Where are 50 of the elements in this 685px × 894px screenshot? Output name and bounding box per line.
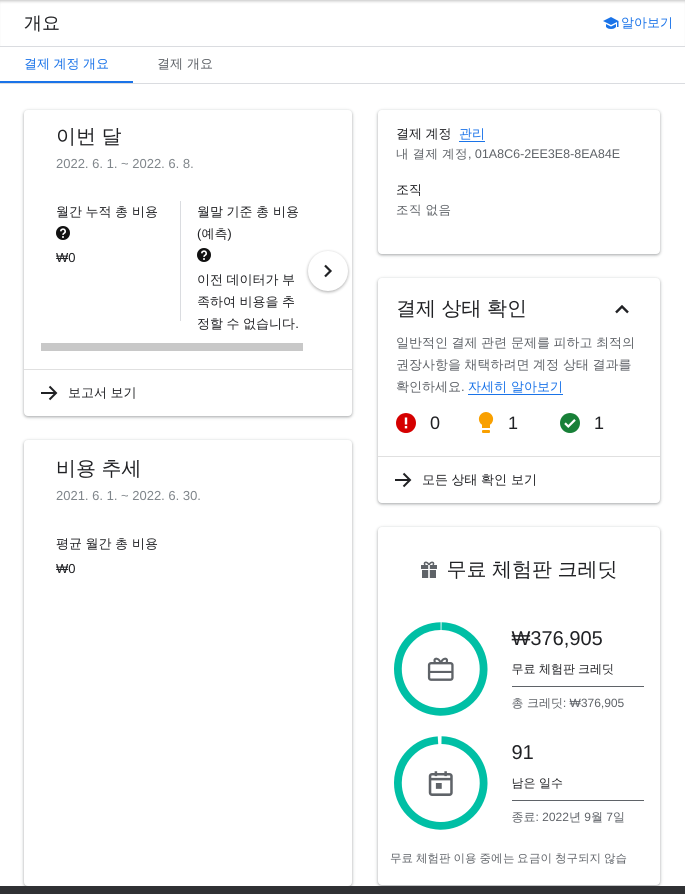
- report-link[interactable]: 보고서 보기: [40, 384, 137, 402]
- meter-value: 91: [512, 740, 535, 764]
- meter-label: 남은 일수: [512, 774, 644, 800]
- status-count: 1: [508, 412, 518, 434]
- meter-label: 무료 체험판 크레딧: [512, 660, 644, 686]
- learn-link[interactable]: 알아보기: [603, 14, 673, 32]
- account-name: 내 결제 계정, 01A8C6-2EE3E8-8EA84E: [396, 146, 622, 163]
- scrollbar[interactable]: [41, 343, 303, 351]
- check-circle-icon: [560, 413, 580, 433]
- status-count: 1: [594, 412, 604, 434]
- metric-label: 평균 월간 총 비용: [56, 535, 159, 553]
- error-icon: [396, 413, 416, 433]
- gift-icon: [420, 561, 438, 579]
- tab[interactable]: 결제 개요: [133, 47, 237, 83]
- help-icon[interactable]: [56, 226, 70, 240]
- meter-value: ₩376,905: [512, 626, 604, 650]
- arrow-right-icon: [40, 385, 58, 401]
- date-range: 2022. 6. 1. ~ 2022. 6. 8.: [56, 156, 195, 171]
- gift-card-icon: [429, 658, 452, 680]
- description-text: 일반적인 결제 관련 문제를 피하고 최적의 권장사항을 채택하려면 계정 상태 결과를 확인하세요. 자세히 알아보기: [396, 334, 636, 397]
- metric-label: 월간 누적 총 비용: [56, 203, 159, 221]
- field-value: 조직 없음: [396, 202, 452, 219]
- tab[interactable]: 결제 계정 개요: [0, 47, 134, 83]
- field-label: 결제 계정: [396, 126, 452, 141]
- graduation-cap-icon: [603, 16, 619, 30]
- chevron-icon: [615, 304, 629, 314]
- status-count: 0: [430, 412, 440, 434]
- next-button[interactable]: [308, 251, 348, 291]
- page-title: 개요: [24, 12, 60, 35]
- arrow-right-icon: [394, 472, 412, 488]
- metric-value: ₩0: [56, 249, 76, 267]
- note-text: 무료 체험판 이용 중에는 요금이 청구되지 않습: [390, 852, 628, 867]
- metric-label: 월말 기준 총 비용 (예측): [197, 203, 300, 243]
- metric-value: ₩0: [56, 561, 76, 576]
- view-all-link[interactable]: 모든 상태 확인 보기: [394, 471, 537, 489]
- calendar-icon: [430, 771, 452, 795]
- manage-link[interactable]: 관리: [458, 126, 485, 142]
- card-title: 비용 추세: [56, 457, 143, 482]
- card-title: 결제 상태 확인: [396, 297, 528, 322]
- meter-detail: 종료: 2022년 9월 7일: [512, 808, 626, 826]
- card-title: 무료 체험판 크레딧: [446, 558, 618, 583]
- date-range: 2021. 6. 1. ~ 2022. 6. 30.: [56, 488, 202, 503]
- metric-value: 이전 데이터가 부족하여 비용을 추정할 수 없습니다.: [197, 271, 300, 333]
- meter-detail: 총 크레딧: ₩376,905: [512, 694, 626, 712]
- learn-more-link[interactable]: 자세히 알아보기: [468, 379, 563, 395]
- lightbulb-icon: [478, 412, 494, 434]
- field-label: 조직: [396, 181, 423, 199]
- chevron-right-icon: [323, 264, 333, 278]
- help-icon[interactable]: [197, 248, 211, 262]
- card-title: 이번 달: [56, 125, 123, 150]
